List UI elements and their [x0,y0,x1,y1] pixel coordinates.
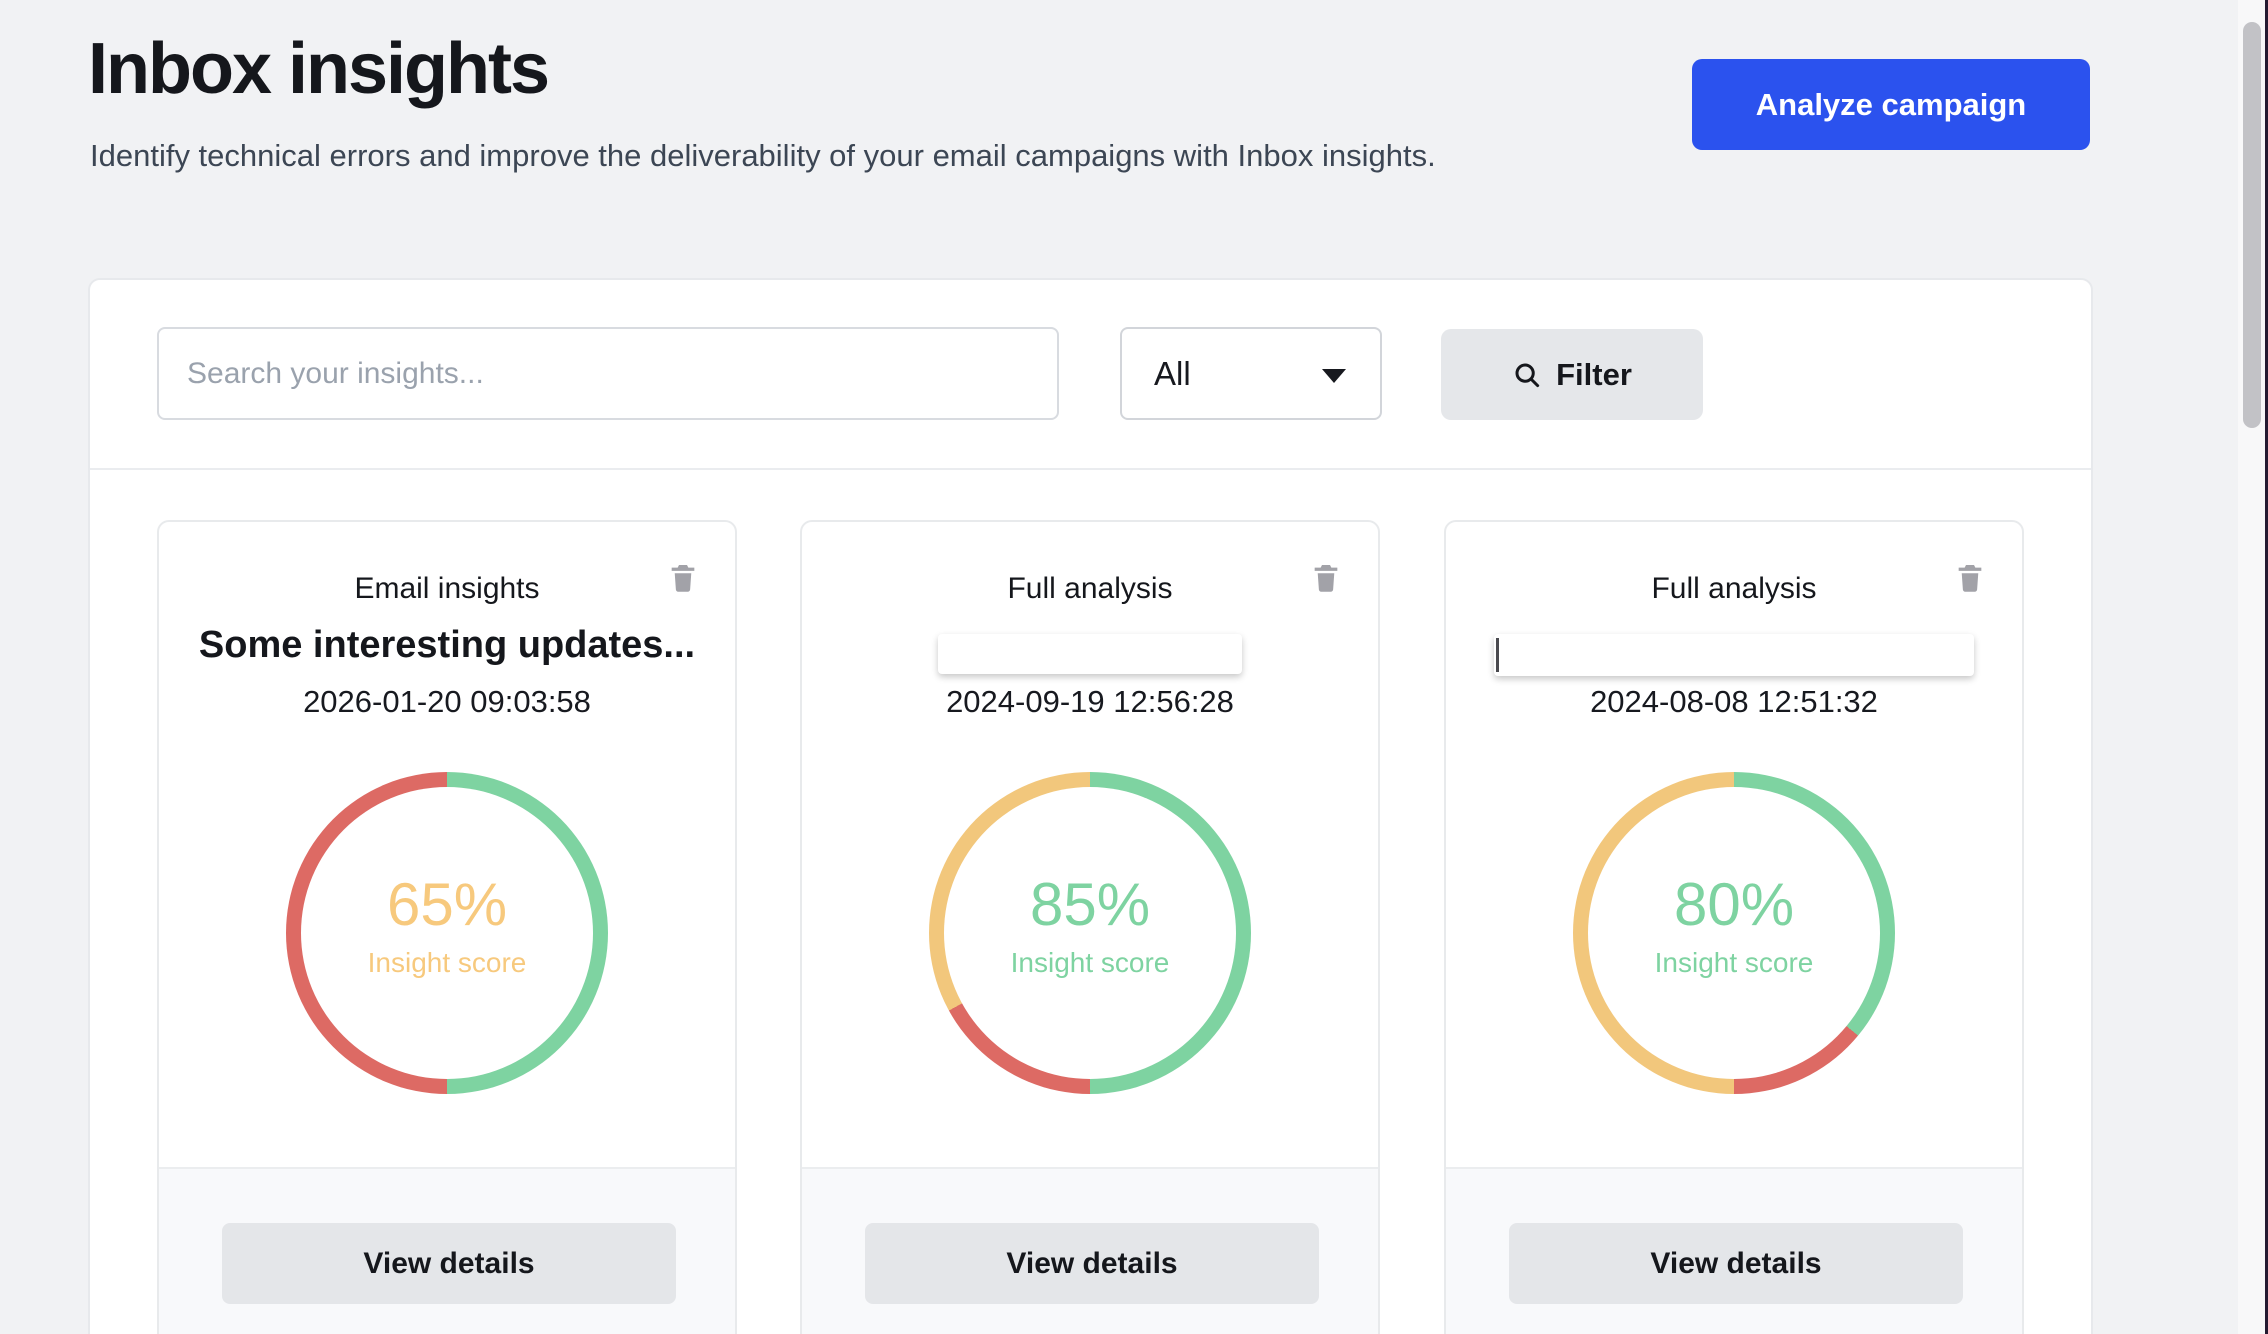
analyze-campaign-button[interactable]: Analyze campaign [1692,59,2090,150]
filter-dropdown-value: All [1122,355,1191,393]
card-timestamp: 2026-01-20 09:03:58 [159,684,735,720]
insights-panel: All Filter Email insights Some interesti… [88,278,2093,1334]
insight-score-value: 65% [387,870,507,939]
insight-score-value: 85% [1030,870,1150,939]
filter-button-label: Filter [1556,357,1632,393]
card-timestamp: 2024-09-19 12:56:28 [802,684,1378,720]
card-title: Some interesting updates... [159,624,735,667]
scrollbar[interactable] [2238,0,2265,1334]
card-timestamp: 2024-08-08 12:51:32 [1446,684,2022,720]
insight-card: Full analysis 2024-09-19 12:56:28 85% In… [800,520,1380,1334]
page-title: Inbox insights [88,28,548,110]
card-type-label: Email insights [159,572,735,606]
insight-score-label: Insight score [1655,947,1814,979]
insight-score-donut: 85% Insight score [929,772,1251,1094]
view-details-button[interactable]: View details [1509,1223,1963,1304]
insight-card: Email insights Some interesting updates.… [157,520,737,1334]
card-type-label: Full analysis [1446,572,2022,606]
view-details-button[interactable]: View details [865,1223,1319,1304]
card-type-label: Full analysis [802,572,1378,606]
trash-icon[interactable] [1954,560,1986,594]
insights-toolbar: All Filter [90,280,2091,470]
scrollbar-thumb[interactable] [2243,22,2261,428]
filter-button[interactable]: Filter [1441,329,1703,420]
chevron-down-icon [1322,369,1346,383]
card-footer: View details [802,1167,1378,1334]
filter-dropdown[interactable]: All [1120,327,1382,420]
page-subtitle: Identify technical errors and improve th… [90,138,1436,174]
card-footer: View details [159,1167,735,1334]
text-cursor [1496,638,1499,672]
insight-score-value: 80% [1674,870,1794,939]
insight-score-label: Insight score [368,947,527,979]
insight-score-donut: 80% Insight score [1573,772,1895,1094]
insight-score-label: Insight score [1011,947,1170,979]
card-footer: View details [1446,1167,2022,1334]
trash-icon[interactable] [667,560,699,594]
trash-icon[interactable] [1310,560,1342,594]
search-input[interactable] [157,327,1059,420]
card-title-input[interactable] [1494,634,1974,676]
card-title-input[interactable] [938,634,1242,674]
insight-card: Full analysis 2024-08-08 12:51:32 80% In… [1444,520,2024,1334]
view-details-button[interactable]: View details [222,1223,676,1304]
insight-score-donut: 65% Insight score [286,772,608,1094]
search-icon [1512,360,1542,390]
